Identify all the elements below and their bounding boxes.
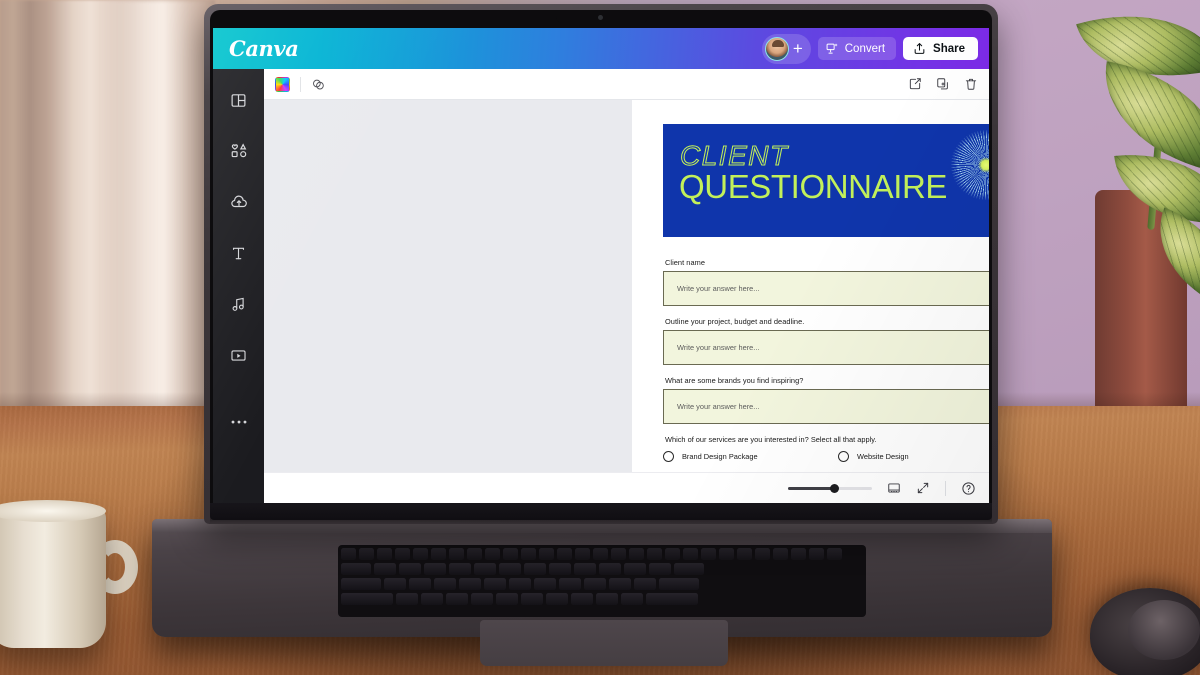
share-button[interactable]: Share bbox=[903, 37, 978, 60]
trackpad bbox=[480, 620, 728, 666]
add-member-button[interactable]: + bbox=[793, 40, 803, 57]
field-placeholder: Write your answer here... bbox=[677, 402, 760, 411]
field-label: Outline your project, budget and deadlin… bbox=[665, 317, 805, 326]
radio-circle-icon[interactable] bbox=[663, 451, 674, 462]
help-question-icon[interactable] bbox=[961, 481, 976, 496]
design-canvas-area[interactable]: CLIENT QUESTIONNAIRE Client name Write y… bbox=[264, 100, 989, 503]
form-fields: Client name Write your answer here... Ou… bbox=[663, 258, 989, 462]
position-icon[interactable] bbox=[908, 77, 922, 91]
form-field-group: What are some brands you find inspiring?… bbox=[663, 376, 989, 424]
sidebar-item-uploads[interactable] bbox=[222, 185, 256, 219]
sidebar-item-elements[interactable] bbox=[222, 134, 256, 168]
sidebar-item-more[interactable] bbox=[222, 405, 256, 439]
inspiring-brands-input[interactable]: Write your answer here... bbox=[663, 389, 989, 424]
sidebar-item-videos[interactable] bbox=[222, 338, 256, 372]
sidebar-item-audio[interactable] bbox=[222, 287, 256, 321]
delete-icon[interactable] bbox=[964, 77, 978, 91]
duplicate-icon[interactable] bbox=[936, 77, 950, 91]
convert-label: Convert bbox=[844, 42, 886, 55]
share-label: Share bbox=[933, 42, 965, 55]
magic-convert-icon bbox=[826, 42, 839, 55]
laptop-screen: Canva + Convert Share CLIENT QUESTIONNAI… bbox=[213, 28, 989, 503]
sidebar-item-text[interactable] bbox=[222, 236, 256, 270]
zoom-slider-fill bbox=[788, 486, 834, 490]
field-label: Client name bbox=[665, 258, 705, 267]
radio-label: Website Design bbox=[857, 452, 909, 461]
field-placeholder: Write your answer here... bbox=[677, 284, 760, 293]
doc-title-line2: QUESTIONNAIRE bbox=[679, 168, 948, 205]
toolbar-divider bbox=[300, 76, 301, 92]
services-options-row: Brand Design Package Website Design bbox=[663, 451, 989, 462]
zoom-slider-handle[interactable] bbox=[830, 483, 839, 493]
radio-circle-icon[interactable] bbox=[838, 451, 849, 462]
left-sidebar bbox=[213, 69, 264, 503]
design-page[interactable]: CLIENT QUESTIONNAIRE Client name Write y… bbox=[632, 100, 989, 503]
fullscreen-expand-icon[interactable] bbox=[916, 481, 930, 495]
canva-logo[interactable]: Canva bbox=[229, 36, 299, 61]
page-view-icon[interactable] bbox=[887, 481, 901, 495]
canva-top-header: Canva + Convert Share bbox=[213, 28, 989, 69]
convert-button[interactable]: Convert bbox=[817, 37, 897, 60]
zoom-slider[interactable] bbox=[788, 483, 872, 493]
bottom-bezel bbox=[210, 503, 992, 520]
sunburst-graphic bbox=[951, 130, 989, 200]
share-upload-icon bbox=[913, 42, 926, 55]
editor-toolbar bbox=[264, 69, 989, 100]
form-field-group: Client name Write your answer here... bbox=[663, 258, 989, 306]
radio-option-brand-design-package[interactable]: Brand Design Package bbox=[663, 451, 838, 462]
avatar[interactable] bbox=[764, 36, 789, 61]
editor-status-bar bbox=[264, 472, 989, 503]
keyboard-well bbox=[338, 545, 866, 617]
form-field-group: Outline your project, budget and deadlin… bbox=[663, 317, 989, 365]
radio-label: Brand Design Package bbox=[682, 452, 758, 461]
client-name-input[interactable]: Write your answer here... bbox=[663, 271, 989, 306]
document-header-block[interactable]: CLIENT QUESTIONNAIRE bbox=[663, 124, 989, 237]
laptop-device: Canva + Convert Share CLIENT QUESTIONNAI… bbox=[0, 0, 1200, 675]
field-label: What are some brands you find inspiring? bbox=[665, 376, 804, 385]
sidebar-item-design[interactable] bbox=[222, 83, 256, 117]
transparency-icon[interactable] bbox=[311, 77, 326, 92]
field-placeholder: Write your answer here... bbox=[677, 343, 760, 352]
services-question-label: Which of our services are you interested… bbox=[665, 435, 877, 444]
rainbow-color-swatch[interactable] bbox=[275, 76, 290, 92]
webcam bbox=[598, 15, 603, 20]
project-outline-input[interactable]: Write your answer here... bbox=[663, 330, 989, 365]
statusbar-divider bbox=[945, 480, 946, 496]
collaborators-group[interactable]: + bbox=[761, 33, 811, 64]
radio-option-website-design[interactable]: Website Design bbox=[838, 451, 909, 462]
